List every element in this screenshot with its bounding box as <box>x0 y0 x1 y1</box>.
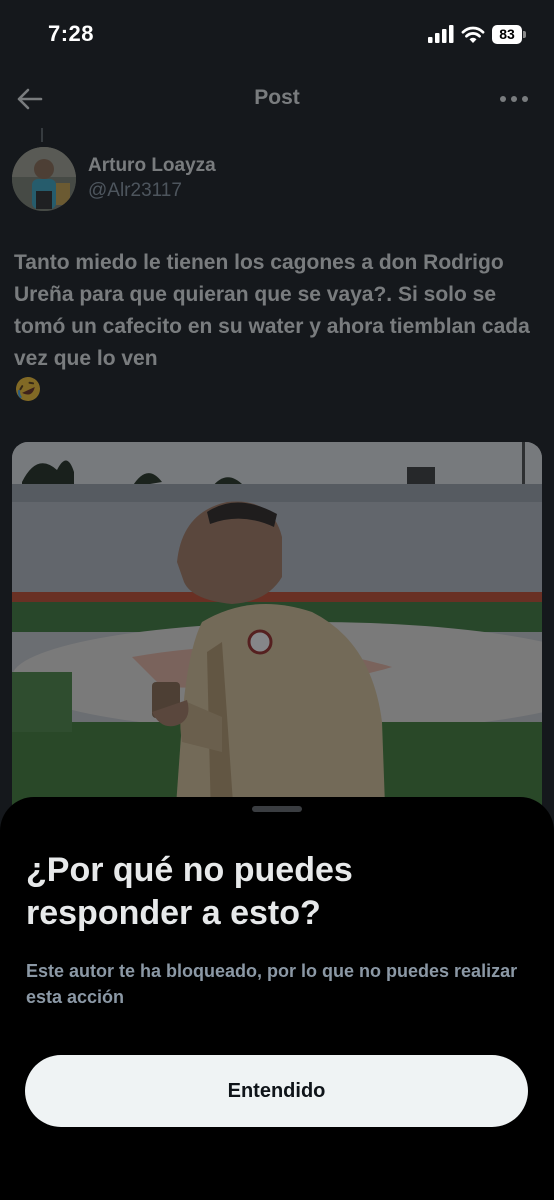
status-bar: 7:28 83 <box>0 0 554 70</box>
avatar[interactable] <box>12 147 76 211</box>
thread-line <box>41 128 43 142</box>
status-time: 7:28 <box>48 21 95 46</box>
entendido-button[interactable]: Entendido <box>25 1055 528 1127</box>
wifi-icon <box>461 26 485 43</box>
page-title: Post <box>254 86 300 109</box>
sheet-description: Este autor te ha bloqueado, por lo que n… <box>26 961 518 1007</box>
sheet-handle[interactable] <box>252 806 302 812</box>
avatar-image <box>12 147 76 211</box>
screen: 7:28 83 Post Arturo Loayza @Alr23117 Tan… <box>0 0 554 1200</box>
signal-icon <box>428 25 454 43</box>
author-handle[interactable]: @Alr23117 <box>88 180 182 202</box>
battery-tip <box>523 31 526 38</box>
rolling-on-floor-laughing-icon <box>16 377 40 401</box>
more-horizontal-icon[interactable] <box>498 88 530 110</box>
bottom-sheet: ¿Por qué no puedes responder a esto? Est… <box>0 797 554 1200</box>
battery-icon: 83 <box>492 25 522 44</box>
sheet-title: ¿Por qué no puedes responder a esto? <box>26 851 353 932</box>
author-name[interactable]: Arturo Loayza <box>88 155 216 177</box>
top-nav: Post <box>0 70 554 128</box>
post-text: Tanto miedo le tienen los cagones a don … <box>14 247 544 407</box>
post-body: Tanto miedo le tienen los cagones a don … <box>14 251 530 370</box>
battery-level: 83 <box>499 26 515 42</box>
